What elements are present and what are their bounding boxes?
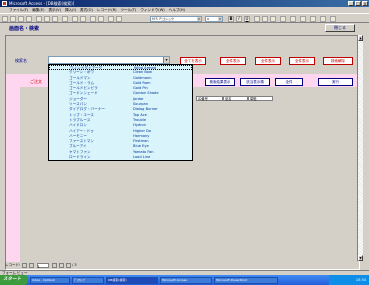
align-center-icon[interactable] <box>262 16 268 22</box>
copy-icon[interactable] <box>44 16 50 22</box>
border-icon[interactable] <box>320 16 326 22</box>
column-header-id: ID番号 <box>196 96 223 101</box>
font-name-select[interactable]: ＭＳ Ｐゴシック ▾ <box>150 16 202 22</box>
save-icon[interactable] <box>10 16 16 22</box>
search-dropdown-list: ウィンドダイアーク Wind Armed クリーン・ボウ Clean Bow ゴールドマ… <box>48 64 193 161</box>
clear-search-button[interactable]: 検索解除 <box>323 57 353 65</box>
scroll-up-icon[interactable]: ▲ <box>358 35 363 41</box>
dropdown-option[interactable]: ロードライン Load Line <box>49 155 192 160</box>
next-record-icon[interactable] <box>51 262 57 268</box>
filter-icon[interactable] <box>90 16 96 22</box>
last-record-icon[interactable] <box>58 262 64 268</box>
column-header-name: 品名 <box>223 96 248 101</box>
undo-icon[interactable] <box>62 16 68 22</box>
system-tray-clock: 15:34 <box>329 275 369 285</box>
task-access[interactable]: Microsoft Access <box>160 276 212 284</box>
vertical-scrollbar[interactable]: ▲ ▼ <box>357 35 363 261</box>
cut-icon[interactable] <box>36 16 42 22</box>
new-record-nav-icon[interactable] <box>65 262 71 268</box>
underline-button[interactable]: U <box>244 16 250 22</box>
all-records-button-3[interactable]: 全件表示 <box>289 57 315 65</box>
order-label: ご注文 <box>30 79 42 84</box>
record-number-input[interactable]: 1 <box>36 262 49 269</box>
form-close-button[interactable]: 閉じる <box>325 24 355 32</box>
close-window-button[interactable]: × <box>362 1 368 6</box>
sort-desc-icon[interactable] <box>80 16 86 22</box>
paste-icon[interactable] <box>52 16 58 22</box>
italic-button[interactable]: I <box>236 16 242 22</box>
formatting-toolbar: ＭＳ Ｐゴシック ▾ 9 ▾ B I U <box>0 13 369 23</box>
delete-record-icon[interactable] <box>116 16 122 22</box>
line-color-icon[interactable] <box>300 16 306 22</box>
pink-strip <box>6 87 20 262</box>
match-order-button[interactable]: 該当表示順 <box>240 78 270 86</box>
column-header-price: 単価 <box>248 96 273 101</box>
chevron-down-icon[interactable]: ▾ <box>163 57 169 63</box>
execute-button[interactable]: 実行 <box>318 78 353 86</box>
all-button[interactable]: 全件 <box>275 78 303 86</box>
align-left-icon[interactable] <box>254 16 260 22</box>
line-width-icon[interactable] <box>310 16 316 22</box>
bold-button[interactable]: B <box>228 16 234 22</box>
start-button[interactable]: スタート <box>0 275 28 285</box>
form-title: 画面名・検索 <box>9 26 40 32</box>
align-right-icon[interactable] <box>270 16 276 22</box>
minimize-button[interactable]: _ <box>348 1 354 6</box>
record-navigation: レコード: 1 / 3 <box>5 262 115 269</box>
scroll-down-icon[interactable]: ▼ <box>358 255 363 261</box>
task-powerpoint[interactable]: Microsoft PowerPoint <box>214 276 278 284</box>
first-record-icon[interactable] <box>22 262 28 268</box>
access-app-icon <box>2 1 7 6</box>
special-effect-icon[interactable] <box>330 16 336 22</box>
taskbar: スタート Inbox - Outlook ﾃﾞｽｸﾄｯﾌﾟ DB検索(検索) M… <box>0 275 369 285</box>
record-nav-label: レコード: <box>5 263 21 267</box>
chevron-down-icon: ▾ <box>197 17 201 21</box>
window-title: Microsoft Access - [DB検索(検索)] <box>9 1 75 6</box>
all-records-button-2[interactable]: 全件表示 <box>255 57 281 65</box>
task-outlook[interactable]: Inbox - Outlook <box>30 276 70 284</box>
print-icon[interactable] <box>18 16 24 22</box>
dropdown-option-en: Load Line <box>133 155 151 160</box>
view-icon[interactable] <box>2 16 8 22</box>
preview-icon[interactable] <box>26 16 32 22</box>
record-total: / 3 <box>72 263 77 267</box>
prev-record-icon[interactable] <box>29 262 35 268</box>
fill-color-icon[interactable] <box>280 16 286 22</box>
sort-asc-icon[interactable] <box>72 16 78 22</box>
search-label: 検索名 <box>15 58 27 63</box>
search-combo[interactable]: ▾ <box>48 56 170 64</box>
find-icon[interactable] <box>98 16 104 22</box>
task-db-search[interactable]: DB検索(検索) <box>106 276 158 284</box>
show-results-button[interactable]: 検索結果表示 <box>205 78 235 86</box>
task-desktop[interactable]: ﾃﾞｽｸﾄｯﾌﾟ <box>72 276 104 284</box>
window-title-bar: Microsoft Access - [DB検索(検索)] _ □ × <box>0 0 369 7</box>
new-record-icon[interactable] <box>108 16 114 22</box>
chevron-down-icon: ▾ <box>218 17 222 21</box>
font-size-select[interactable]: 9 ▾ <box>205 16 223 22</box>
dropdown-option-jp: ロードライン <box>69 155 91 160</box>
all-records-button-1[interactable]: 全件表示 <box>220 57 246 65</box>
font-color-icon[interactable] <box>290 16 296 22</box>
maximize-button[interactable]: □ <box>355 1 361 6</box>
